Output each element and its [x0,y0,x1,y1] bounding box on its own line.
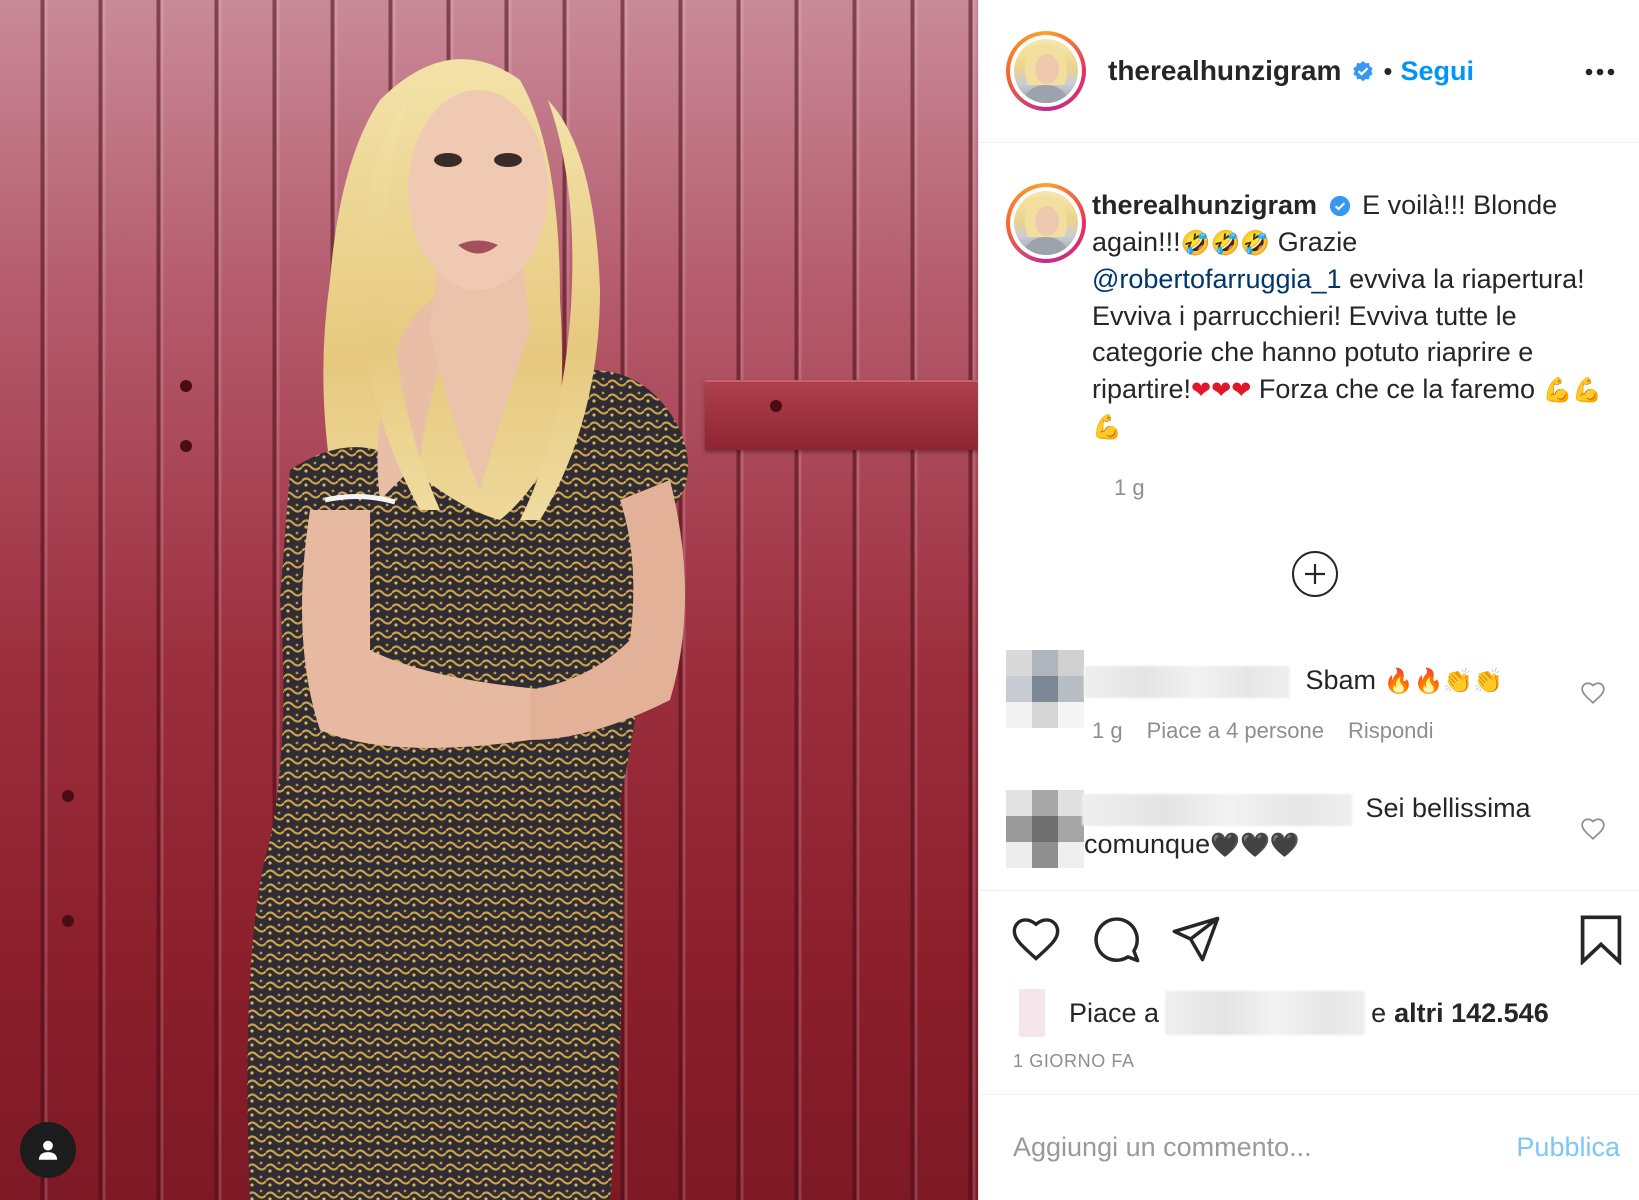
comment-text: Sbam 🔥🔥👏👏 [1084,662,1554,699]
comment-icon[interactable] [1090,913,1142,965]
comment-likes[interactable]: Piace a 4 persone [1147,718,1324,744]
comment-text: Sei bellissima comunque🖤🖤🖤 [1082,790,1564,863]
laughing-emoji: 🤣🤣🤣 [1180,228,1271,257]
likes-count[interactable]: altri 142.546 [1394,998,1549,1029]
save-bookmark-icon[interactable] [1575,913,1627,965]
caption-time[interactable]: 1 g [1114,475,1145,501]
like-heart-icon[interactable] [1010,913,1062,965]
caption-part: Grazie [1270,226,1358,257]
user-icon [38,1140,58,1160]
plus-icon [1305,564,1325,584]
load-more-comments-button[interactable] [1292,551,1338,597]
post-photo[interactable] [0,0,978,1200]
likes-summary[interactable]: Piace a e altri 142.546 [1019,989,1549,1037]
blurred-username[interactable] [1084,665,1290,698]
share-icon[interactable] [1170,913,1222,965]
blurred-avatar[interactable] [1006,650,1084,728]
liker-avatar [1019,989,1045,1037]
post-sidebar: therealhunzigram • Segui therealhunzigra… [978,0,1639,1200]
comment-body: Sbam [1305,665,1384,695]
avatar-photo [1014,39,1078,103]
comment-like-icon[interactable] [1580,680,1606,706]
reply-button[interactable]: Rispondi [1348,718,1434,744]
post-username[interactable]: therealhunzigram [1108,55,1341,87]
door-bolt [62,790,74,802]
blurred-liker-name[interactable] [1165,991,1366,1035]
caption-username[interactable]: therealhunzigram [1092,190,1317,220]
heart-emoji: ❤❤❤ [1191,375,1252,404]
comment-like-icon[interactable] [1580,816,1606,842]
post-actions: Piace a e altri 142.546 1 GIORNO FA [979,890,1639,1090]
comment-time[interactable]: 1 g [1092,718,1123,744]
profile-avatar[interactable] [1006,31,1086,111]
more-options-icon[interactable] [1580,54,1620,90]
mention-link[interactable]: @robertofarruggia_1 [1092,264,1342,294]
likes-prefix: Piace a [1069,997,1160,1028]
follow-button[interactable]: Segui [1401,56,1475,87]
publish-button[interactable]: Pubblica [1516,1132,1620,1163]
caption-avatar[interactable] [1006,183,1086,263]
separator-dot: • [1383,55,1393,86]
add-comment-bar: Pubblica [979,1094,1639,1200]
likes-middle: e [1371,997,1387,1028]
door-bolt [180,380,192,392]
blurred-username[interactable] [1082,793,1352,826]
post-date[interactable]: 1 GIORNO FA [1013,1051,1135,1072]
comment-item: Sei bellissima comunque🖤🖤🖤 [1006,790,1616,880]
verified-badge-icon [1329,195,1350,217]
caption-text: therealhunzigram E voilà!!! Blonde again… [1092,187,1612,446]
caption-part: Forza che ce la faremo [1251,373,1543,404]
fire-clap-emoji: 🔥🔥👏👏 [1383,667,1504,695]
woman-figure [247,59,688,1200]
tagged-user-button[interactable] [20,1122,76,1178]
verified-badge-icon [1353,61,1373,82]
post-header: therealhunzigram • Segui [979,0,1639,143]
door-bolt [770,400,782,412]
blurred-avatar[interactable] [1006,790,1084,868]
door-bolt [62,915,74,927]
door-bolt [180,440,192,452]
comment-item: Sbam 🔥🔥👏👏 1 g Piace a 4 persone Rispondi [1006,650,1616,750]
comment-meta: 1 g Piace a 4 persone Rispondi [1092,718,1434,744]
black-heart-emoji: 🖤🖤🖤 [1210,831,1300,859]
avatar-photo [1014,191,1078,255]
comment-input[interactable] [1013,1132,1473,1163]
